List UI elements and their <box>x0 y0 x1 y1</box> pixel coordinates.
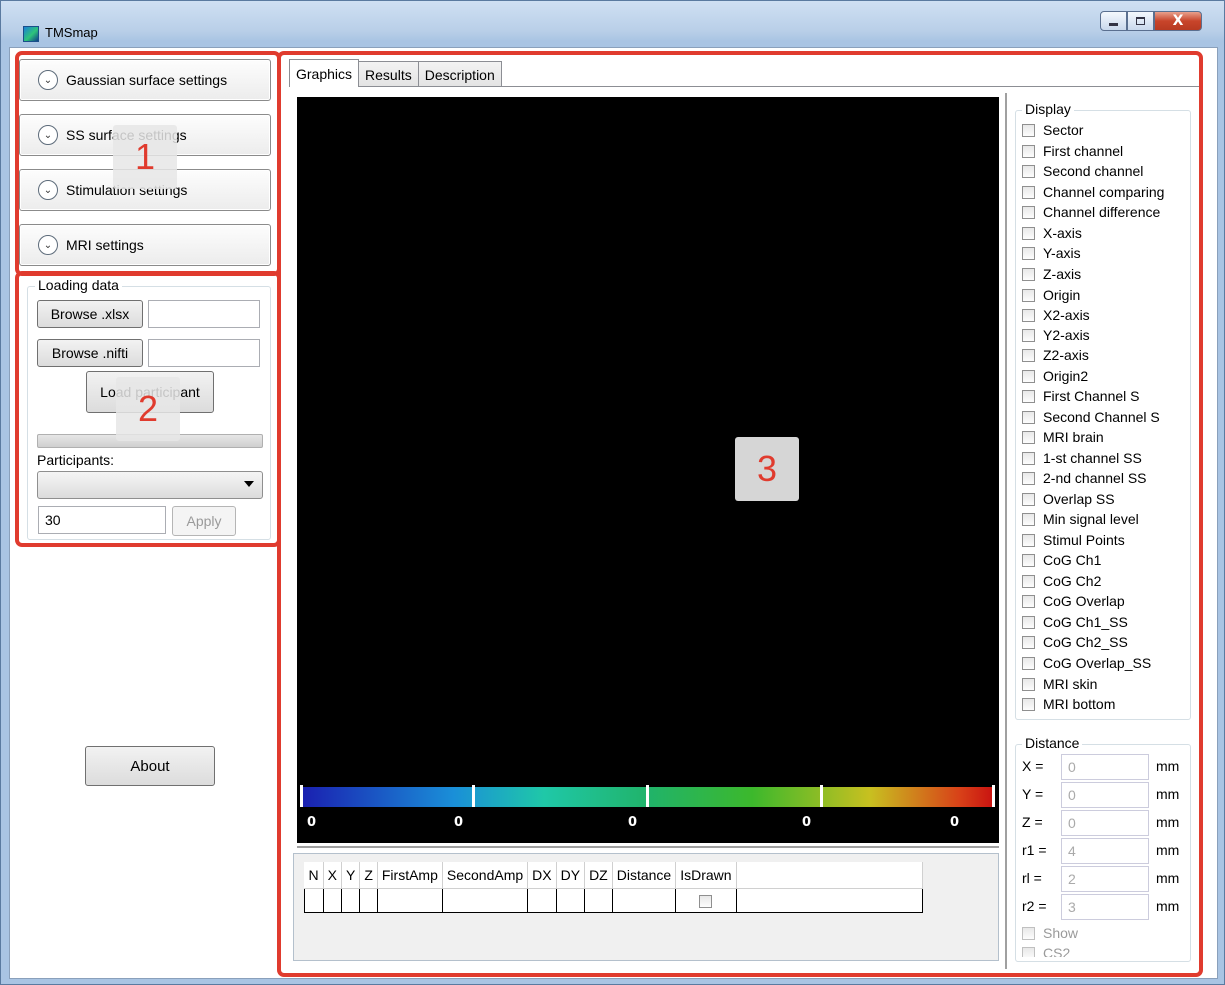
close-icon: X <box>1172 13 1184 29</box>
maximize-button[interactable] <box>1127 11 1154 31</box>
annotation-label-2: 2 <box>116 377 180 441</box>
window-title: TMSmap <box>45 25 98 40</box>
minimize-icon <box>1109 22 1118 26</box>
annotation-label-3: 3 <box>735 437 799 501</box>
close-button[interactable]: X <box>1154 11 1202 31</box>
minimize-button[interactable] <box>1100 11 1127 31</box>
app-icon <box>23 26 39 42</box>
title-bar[interactable]: TMSmap X <box>1 1 1224 45</box>
about-button[interactable]: About <box>85 746 215 786</box>
tab-graphics[interactable]: Graphics <box>289 59 360 87</box>
maximize-icon <box>1136 17 1145 25</box>
app-window: TMSmap X ⌄ Gaussian surface settings ⌄ S… <box>0 0 1225 985</box>
annotation-box-3 <box>277 51 1203 977</box>
annotation-label-1: 1 <box>113 125 177 189</box>
